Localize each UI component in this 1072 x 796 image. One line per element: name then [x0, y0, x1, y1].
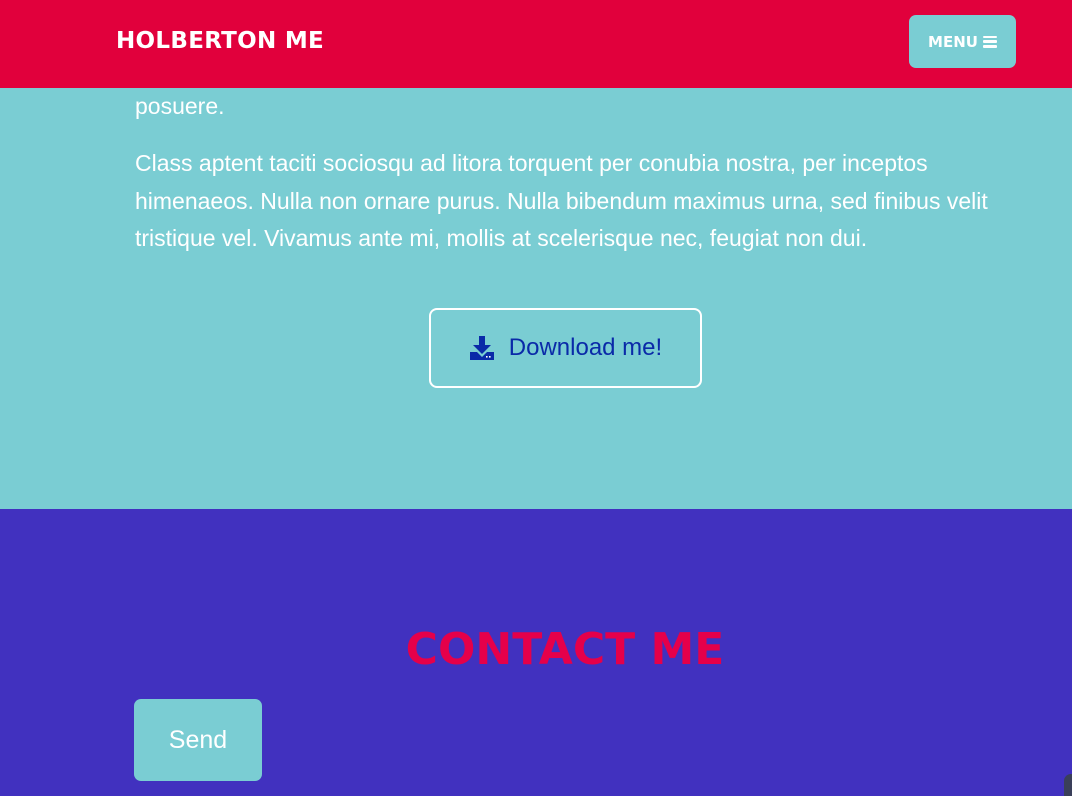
download-icon [469, 335, 495, 361]
contact-section: CONTACT ME Send [0, 509, 1072, 796]
navbar: HOLBERTON ME MENU [0, 0, 1072, 88]
send-button[interactable]: Send [134, 699, 262, 781]
about-paragraph: posuere. [135, 93, 225, 119]
bars-icon [982, 35, 997, 48]
menu-button-label: MENU [928, 32, 978, 51]
page: posuere. Class aptent taciti sociosqu ad… [0, 0, 1072, 796]
about-paragraph: Class aptent taciti sociosqu ad litora t… [135, 150, 988, 251]
menu-button[interactable]: MENU [909, 15, 1016, 68]
download-button[interactable]: Download me! [429, 308, 702, 388]
contact-title: CONTACT ME [405, 624, 725, 675]
scroll-handle[interactable] [1064, 774, 1072, 796]
download-button-label: Download me! [508, 334, 663, 361]
brand-logo[interactable]: HOLBERTON ME [116, 25, 324, 57]
